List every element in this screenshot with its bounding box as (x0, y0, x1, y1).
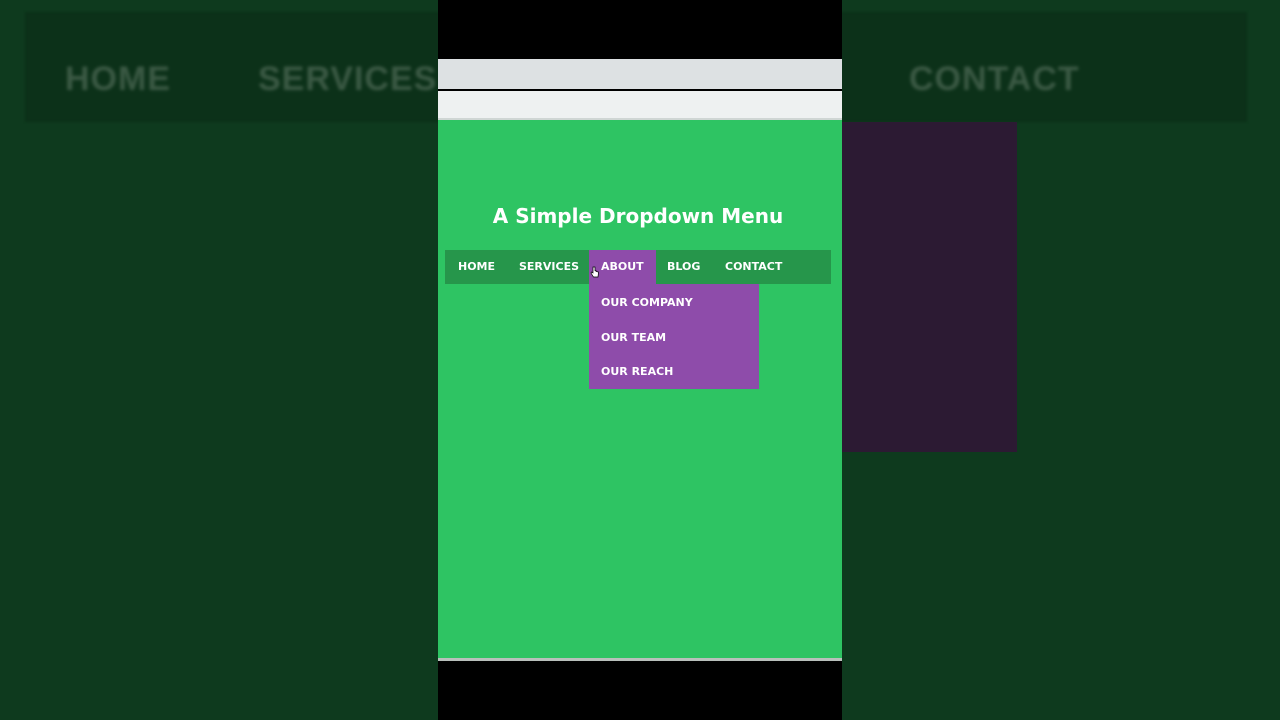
backdrop-dropdown-panel (842, 122, 1017, 452)
dropdown-item-our-company[interactable]: OUR COMPANY (601, 296, 693, 309)
video-frame: A Simple Dropdown Menu HOME SERVICES ABO… (438, 0, 842, 720)
backdrop-nav-contact: CONTACT (909, 60, 1080, 98)
backdrop-nav-home: HOME (65, 60, 171, 98)
dropdown-item-our-reach[interactable]: OUR REACH (601, 365, 673, 378)
dropdown-item-our-team[interactable]: OUR TEAM (601, 331, 666, 344)
browser-toolbar (438, 59, 842, 89)
hand-pointer-icon (590, 266, 599, 278)
nav-item-contact[interactable]: CONTACT (725, 250, 782, 284)
nav-item-blog[interactable]: BLOG (667, 250, 700, 284)
main-navbar: HOME SERVICES ABOUT BLOG CONTACT (445, 250, 831, 284)
page-bottom-border (438, 658, 842, 661)
nav-item-home[interactable]: HOME (458, 250, 495, 284)
backdrop-nav-services: SERVICES (258, 60, 438, 98)
browser-address-bar (438, 91, 842, 120)
page-title: A Simple Dropdown Menu (492, 204, 784, 228)
nav-item-services[interactable]: SERVICES (519, 250, 579, 284)
web-page: A Simple Dropdown Menu HOME SERVICES ABO… (438, 120, 842, 658)
about-dropdown-menu: OUR COMPANY OUR TEAM OUR REACH (589, 284, 759, 389)
